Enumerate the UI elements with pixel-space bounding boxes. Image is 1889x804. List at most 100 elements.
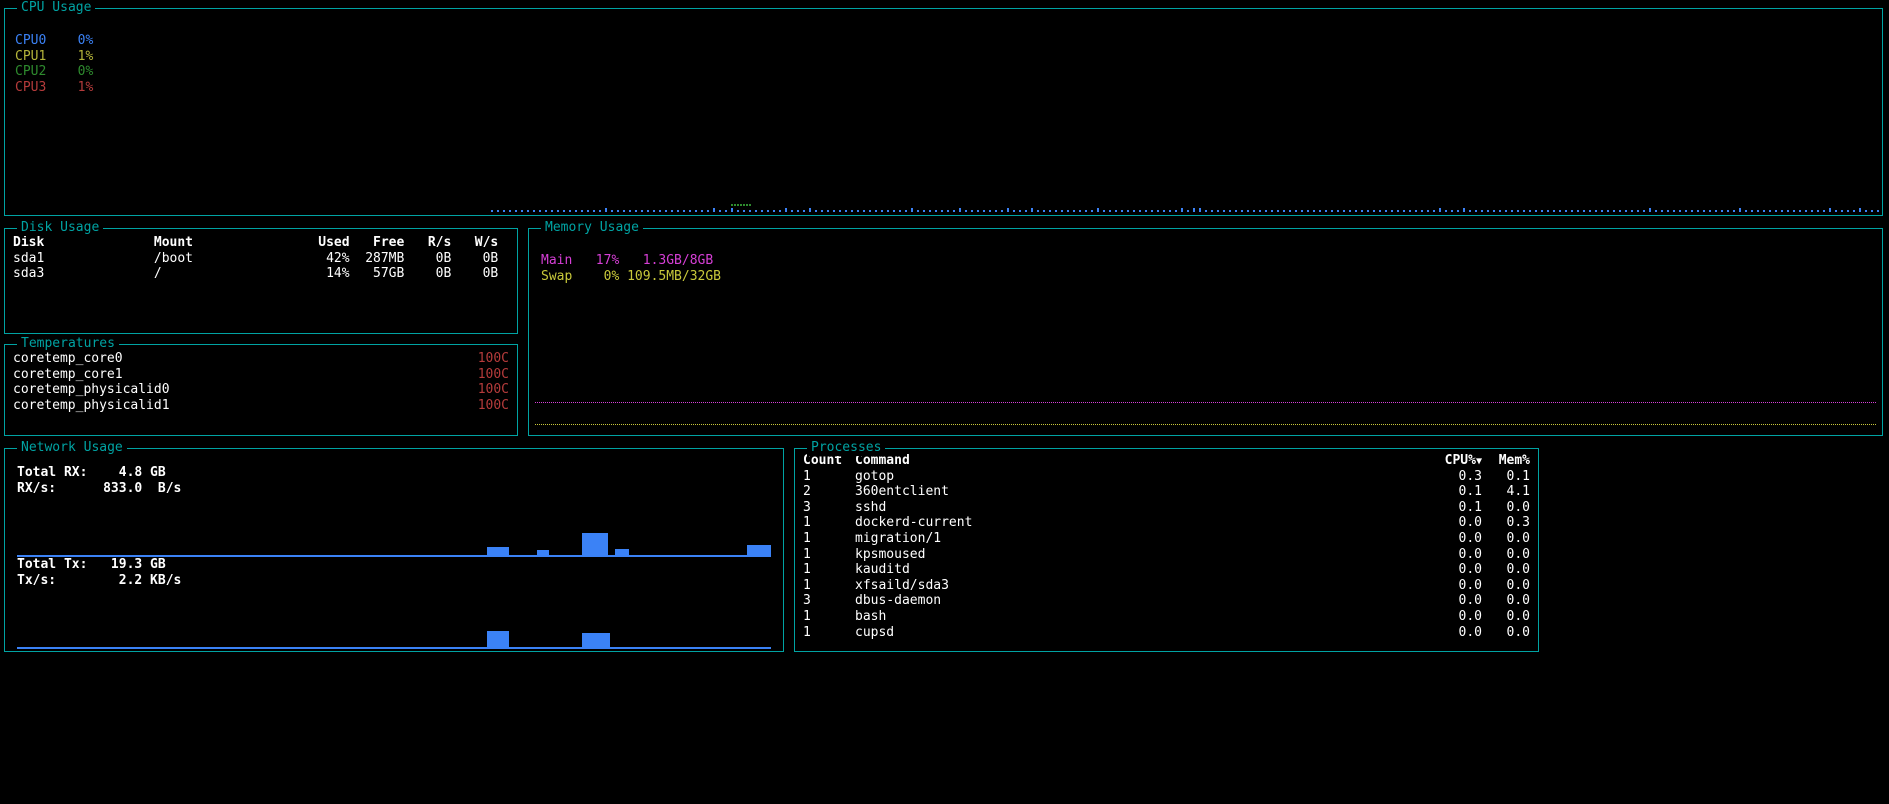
memory-usage-panel: Memory Usage Main 17% 1.3GB/8GB Swap 0% …	[528, 228, 1883, 436]
temp-value: 100C	[478, 382, 509, 398]
net-panel-body: Total RX: 4.8 GB RX/s: 833.0 B/s Total T…	[5, 449, 783, 651]
proc-header-command[interactable]: Command	[855, 453, 1426, 469]
net-rx-rate: RX/s: 833.0 B/s	[17, 481, 771, 497]
process-row[interactable]: 3dbus-daemon0.00.0	[803, 593, 1530, 609]
mem-swap-row: Swap 0% 109.5MB/32GB	[541, 269, 1870, 285]
temp-row: coretemp_core1 100C	[13, 367, 509, 383]
net-tx-bar	[582, 633, 610, 647]
processes-panel: Processes Count Command CPU%▼ Mem% 1goto…	[794, 448, 1539, 652]
net-tx-baseline	[17, 647, 771, 649]
temp-value: 100C	[478, 351, 509, 367]
proc-count: 2	[803, 484, 855, 500]
net-rx-block: Total RX: 4.8 GB RX/s: 833.0 B/s	[17, 465, 771, 557]
cpu-core-row: CPU1 1%	[15, 49, 1872, 65]
process-row[interactable]: 1cupsd0.00.0	[803, 625, 1530, 641]
proc-mem: 0.0	[1482, 609, 1530, 625]
proc-command: kpsmoused	[855, 547, 1426, 563]
proc-mem: 0.0	[1482, 578, 1530, 594]
disk-table-header: Disk Mount Used Free R/s W/s	[13, 235, 509, 251]
proc-command: 360entclient	[855, 484, 1426, 500]
process-row[interactable]: 1gotop0.30.1	[803, 469, 1530, 485]
temp-value: 100C	[478, 398, 509, 414]
temp-name: coretemp_core1	[13, 367, 123, 383]
cpu-core-row: CPU2 0%	[15, 64, 1872, 80]
proc-command: sshd	[855, 500, 1426, 516]
cpu-usage-panel: CPU Usage CPU0 0%CPU1 1%CPU2 0%CPU3 1%	[4, 8, 1883, 216]
proc-mem: 0.0	[1482, 531, 1530, 547]
net-tx-total: Total Tx: 19.3 GB	[17, 557, 771, 573]
proc-count: 1	[803, 609, 855, 625]
proc-cpu: 0.0	[1426, 562, 1482, 578]
proc-mem: 0.3	[1482, 515, 1530, 531]
process-row[interactable]: 1xfsaild/sda30.00.0	[803, 578, 1530, 594]
proc-cpu: 0.0	[1426, 547, 1482, 563]
temp-panel-body: coretemp_core0100Ccoretemp_core1100Ccore…	[5, 345, 517, 435]
mem-main-line	[535, 402, 1876, 403]
temperatures-panel: Temperatures coretemp_core0100Ccoretemp_…	[4, 344, 518, 436]
net-tx-rate: Tx/s: 2.2 KB/s	[17, 573, 771, 589]
proc-command: migration/1	[855, 531, 1426, 547]
proc-count: 1	[803, 578, 855, 594]
proc-count: 1	[803, 625, 855, 641]
proc-panel-title: Processes	[807, 440, 885, 456]
proc-cpu: 0.1	[1426, 484, 1482, 500]
proc-mem: 0.0	[1482, 593, 1530, 609]
process-row[interactable]: 1dockerd-current0.00.3	[803, 515, 1530, 531]
net-panel-title: Network Usage	[17, 440, 127, 456]
proc-command: gotop	[855, 469, 1426, 485]
proc-mem: 0.0	[1482, 500, 1530, 516]
temp-value: 100C	[478, 367, 509, 383]
proc-count: 1	[803, 469, 855, 485]
proc-count: 1	[803, 547, 855, 563]
process-row[interactable]: 2360entclient0.14.1	[803, 484, 1530, 500]
net-rx-bar	[747, 545, 771, 555]
temp-row: coretemp_physicalid1100C	[13, 398, 509, 414]
net-tx-bar	[487, 631, 509, 647]
process-row[interactable]: 3sshd0.10.0	[803, 500, 1530, 516]
process-row[interactable]: 1bash0.00.0	[803, 609, 1530, 625]
proc-table-header[interactable]: Count Command CPU%▼ Mem%	[803, 453, 1530, 469]
net-rx-bar	[582, 533, 608, 555]
temp-row: coretemp_core0 100C	[13, 351, 509, 367]
proc-mem: 0.1	[1482, 469, 1530, 485]
disk-panel-title: Disk Usage	[17, 220, 103, 236]
proc-cpu: 0.0	[1426, 578, 1482, 594]
disk-panel-body: Disk Mount Used Free R/s W/s sda1 /boot …	[5, 229, 517, 333]
mem-main-row: Main 17% 1.3GB/8GB	[541, 253, 1870, 269]
proc-panel-body: Count Command CPU%▼ Mem% 1gotop0.30.1236…	[795, 449, 1538, 651]
proc-cpu: 0.0	[1426, 593, 1482, 609]
proc-cpu: 0.3	[1426, 469, 1482, 485]
net-rx-bar	[615, 549, 629, 555]
proc-mem: 4.1	[1482, 484, 1530, 500]
proc-command: bash	[855, 609, 1426, 625]
disk-usage-panel: Disk Usage Disk Mount Used Free R/s W/s …	[4, 228, 518, 334]
network-usage-panel: Network Usage Total RX: 4.8 GB RX/s: 833…	[4, 448, 784, 652]
disk-row: sda1 /boot 42% 287MB 0B 0B	[13, 251, 509, 267]
cpu-core-row: CPU0 0%	[15, 33, 1872, 49]
proc-mem: 0.0	[1482, 562, 1530, 578]
net-rx-bar	[537, 550, 549, 555]
proc-mem: 0.0	[1482, 625, 1530, 641]
net-tx-block: Total Tx: 19.3 GB Tx/s: 2.2 KB/s	[17, 557, 771, 649]
proc-header-cpu[interactable]: CPU%▼	[1426, 453, 1482, 469]
proc-count: 3	[803, 500, 855, 516]
proc-cpu: 0.0	[1426, 515, 1482, 531]
proc-cpu: 0.0	[1426, 609, 1482, 625]
cpu-sparkline	[11, 202, 1876, 212]
proc-cpu: 0.1	[1426, 500, 1482, 516]
proc-header-mem[interactable]: Mem%	[1482, 453, 1530, 469]
cpu-panel-body: CPU0 0%CPU1 1%CPU2 0%CPU3 1%	[5, 9, 1882, 215]
process-row[interactable]: 1migration/10.00.0	[803, 531, 1530, 547]
proc-header-cpu-label: CPU%	[1445, 453, 1476, 468]
mem-panel-title: Memory Usage	[541, 220, 643, 236]
proc-command: dockerd-current	[855, 515, 1426, 531]
proc-count: 1	[803, 515, 855, 531]
cpu-panel-title: CPU Usage	[17, 0, 95, 16]
proc-count: 1	[803, 531, 855, 547]
proc-command: dbus-daemon	[855, 593, 1426, 609]
process-row[interactable]: 1kpsmoused0.00.0	[803, 547, 1530, 563]
net-rx-bar	[487, 547, 509, 555]
temp-name: coretemp_physicalid0	[13, 382, 170, 398]
process-row[interactable]: 1kauditd0.00.0	[803, 562, 1530, 578]
temp-name: coretemp_core0	[13, 351, 123, 367]
